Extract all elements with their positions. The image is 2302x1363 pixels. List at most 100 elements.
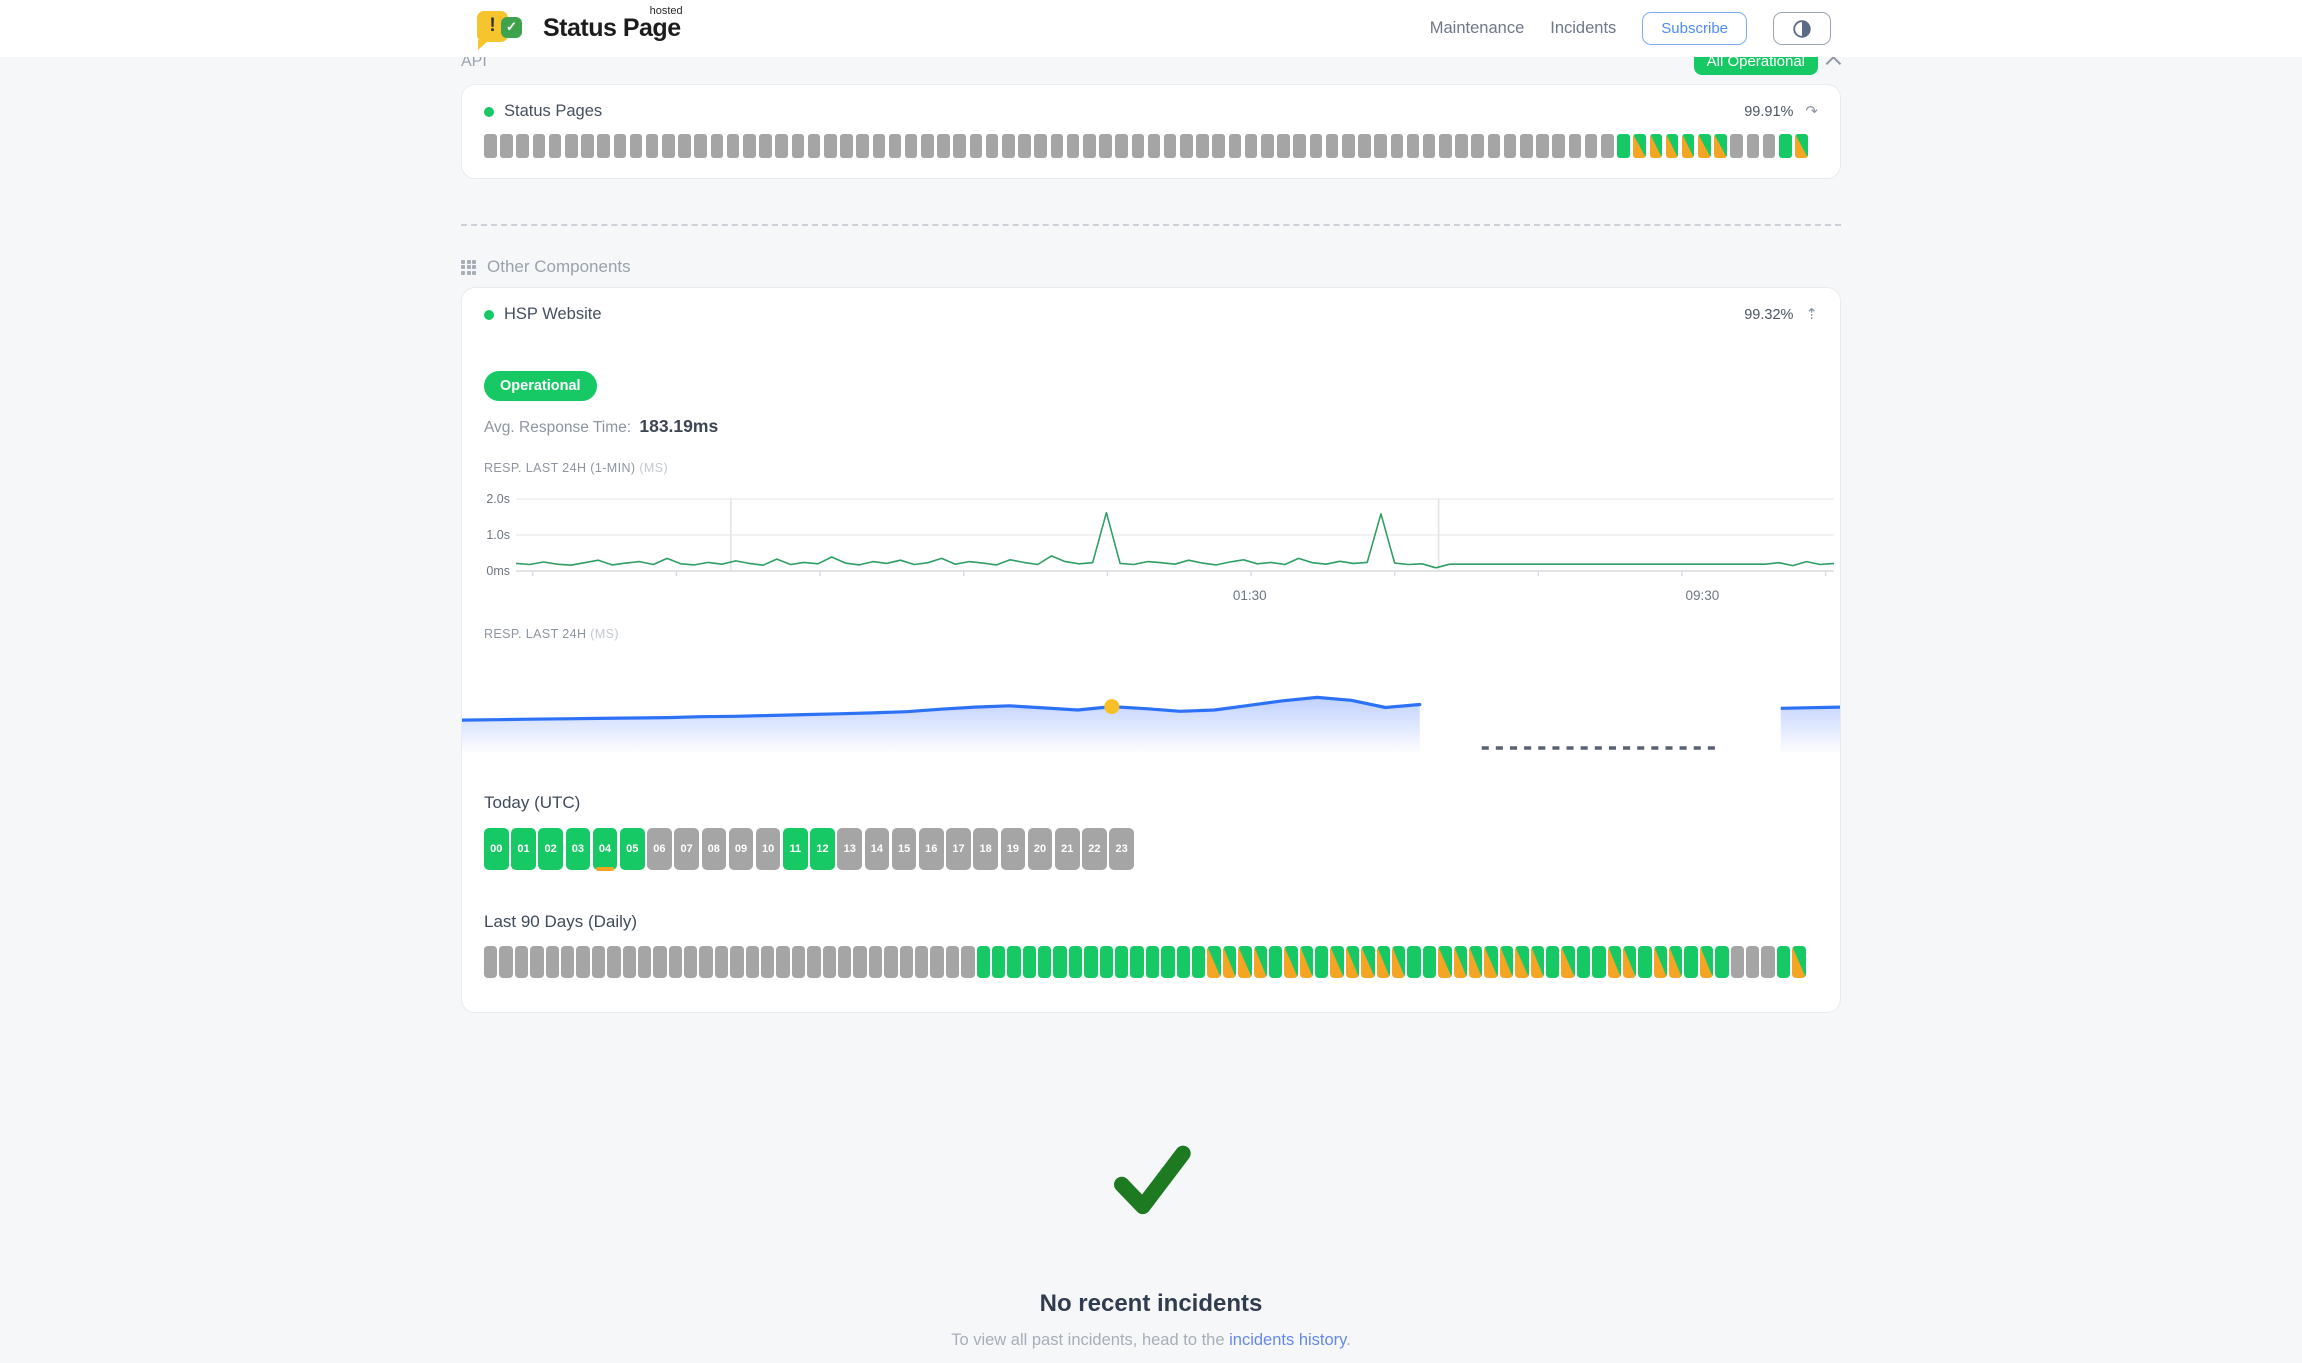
day-block[interactable] [638, 946, 651, 978]
day-block[interactable] [499, 946, 512, 978]
uptime-bar[interactable] [1455, 134, 1468, 158]
day-block[interactable] [869, 946, 882, 978]
day-block[interactable] [992, 946, 1005, 978]
day-block[interactable] [515, 946, 528, 978]
day-block[interactable] [1161, 946, 1174, 978]
uptime-bar[interactable] [1099, 134, 1112, 158]
uptime-bar[interactable] [1617, 134, 1630, 158]
chevron-up-icon[interactable] [1826, 56, 1842, 72]
uptime-bar[interactable] [1358, 134, 1371, 158]
uptime-bar[interactable] [743, 134, 756, 158]
uptime-bar[interactable] [1536, 134, 1549, 158]
uptime-bar[interactable] [1374, 134, 1387, 158]
hour-block[interactable]: 20 [1028, 828, 1053, 870]
day-block[interactable] [1469, 946, 1482, 978]
uptime-bar[interactable] [1229, 134, 1242, 158]
uptime-bar[interactable] [1569, 134, 1582, 158]
hour-block[interactable]: 23 [1109, 828, 1134, 870]
hour-block[interactable]: 14 [865, 828, 890, 870]
day-block[interactable] [1330, 946, 1343, 978]
uptime-bar[interactable] [808, 134, 821, 158]
uptime-bar[interactable] [1747, 134, 1760, 158]
day-block[interactable] [1454, 946, 1467, 978]
day-block[interactable] [699, 946, 712, 978]
uptime-bar[interactable] [1245, 134, 1258, 158]
uptime-bar[interactable] [1132, 134, 1145, 158]
uptime-bar[interactable] [1261, 134, 1274, 158]
uptime-bar[interactable] [533, 134, 546, 158]
uptime-bar[interactable] [1310, 134, 1323, 158]
day-block[interactable] [1177, 946, 1190, 978]
hour-block[interactable]: 15 [892, 828, 917, 870]
uptime-bar[interactable] [646, 134, 659, 158]
uptime-bar[interactable] [1196, 134, 1209, 158]
uptime-bar[interactable] [711, 134, 724, 158]
uptime-bar[interactable] [1067, 134, 1080, 158]
day-block[interactable] [1546, 946, 1559, 978]
day-block[interactable] [561, 946, 574, 978]
uptime-bar[interactable] [921, 134, 934, 158]
day-block[interactable] [1761, 946, 1774, 978]
uptime-bar[interactable] [1779, 134, 1792, 158]
day-block[interactable] [653, 946, 666, 978]
day-block[interactable] [1007, 946, 1020, 978]
uptime-bar[interactable] [1293, 134, 1306, 158]
day-block[interactable] [730, 946, 743, 978]
day-block[interactable] [1561, 946, 1574, 978]
day-block[interactable] [1315, 946, 1328, 978]
hour-block[interactable]: 02 [538, 828, 563, 870]
day-block[interactable] [576, 946, 589, 978]
theme-toggle-button[interactable] [1773, 12, 1831, 45]
day-block[interactable] [746, 946, 759, 978]
uptime-bar[interactable] [662, 134, 675, 158]
hour-block[interactable]: 01 [511, 828, 536, 870]
response-time-line-chart[interactable]: 2.0s1.0s0ms01:3009:30 [484, 485, 1834, 603]
day-block[interactable] [623, 946, 636, 978]
day-block[interactable] [1346, 946, 1359, 978]
day-block[interactable] [930, 946, 943, 978]
hour-block[interactable]: 12 [810, 828, 835, 870]
uptime-bar[interactable] [581, 134, 594, 158]
day-block[interactable] [1392, 946, 1405, 978]
day-block[interactable] [530, 946, 543, 978]
uptime-bar[interactable] [1650, 134, 1663, 158]
day-block[interactable] [1146, 946, 1159, 978]
hour-block[interactable]: 17 [946, 828, 971, 870]
day-block[interactable] [484, 946, 497, 978]
day-block[interactable] [684, 946, 697, 978]
uptime-bar[interactable] [1520, 134, 1533, 158]
day-block[interactable] [1669, 946, 1682, 978]
day-block[interactable] [1084, 946, 1097, 978]
day-block[interactable] [1746, 946, 1759, 978]
uptime-bar[interactable] [694, 134, 707, 158]
day-block[interactable] [1438, 946, 1451, 978]
day-block[interactable] [1577, 946, 1590, 978]
uptime-bar[interactable] [1391, 134, 1404, 158]
uptime-bar[interactable] [1585, 134, 1598, 158]
uptime-bar[interactable] [1148, 134, 1161, 158]
uptime-bar[interactable] [873, 134, 886, 158]
day-block[interactable] [1792, 946, 1805, 978]
day-block[interactable] [1038, 946, 1051, 978]
hour-block[interactable]: 07 [674, 828, 699, 870]
uptime-bar[interactable] [1326, 134, 1339, 158]
nav-maintenance[interactable]: Maintenance [1430, 19, 1524, 38]
hour-block[interactable]: 05 [620, 828, 645, 870]
expand-arrow-icon[interactable]: ↷ [1805, 104, 1818, 119]
uptime-bar[interactable] [1730, 134, 1743, 158]
day-block[interactable] [1223, 946, 1236, 978]
uptime-bar[interactable] [759, 134, 772, 158]
uptime-bar[interactable] [986, 134, 999, 158]
day-block[interactable] [1238, 946, 1251, 978]
day-block[interactable] [1500, 946, 1513, 978]
hour-block[interactable]: 06 [647, 828, 672, 870]
day-block[interactable] [823, 946, 836, 978]
uptime-bar[interactable] [1504, 134, 1517, 158]
uptime-bar[interactable] [1164, 134, 1177, 158]
day-block[interactable] [884, 946, 897, 978]
hour-block[interactable]: 16 [919, 828, 944, 870]
uptime-bar[interactable] [856, 134, 869, 158]
day-block[interactable] [1023, 946, 1036, 978]
day-block[interactable] [1484, 946, 1497, 978]
day-block[interactable] [961, 946, 974, 978]
